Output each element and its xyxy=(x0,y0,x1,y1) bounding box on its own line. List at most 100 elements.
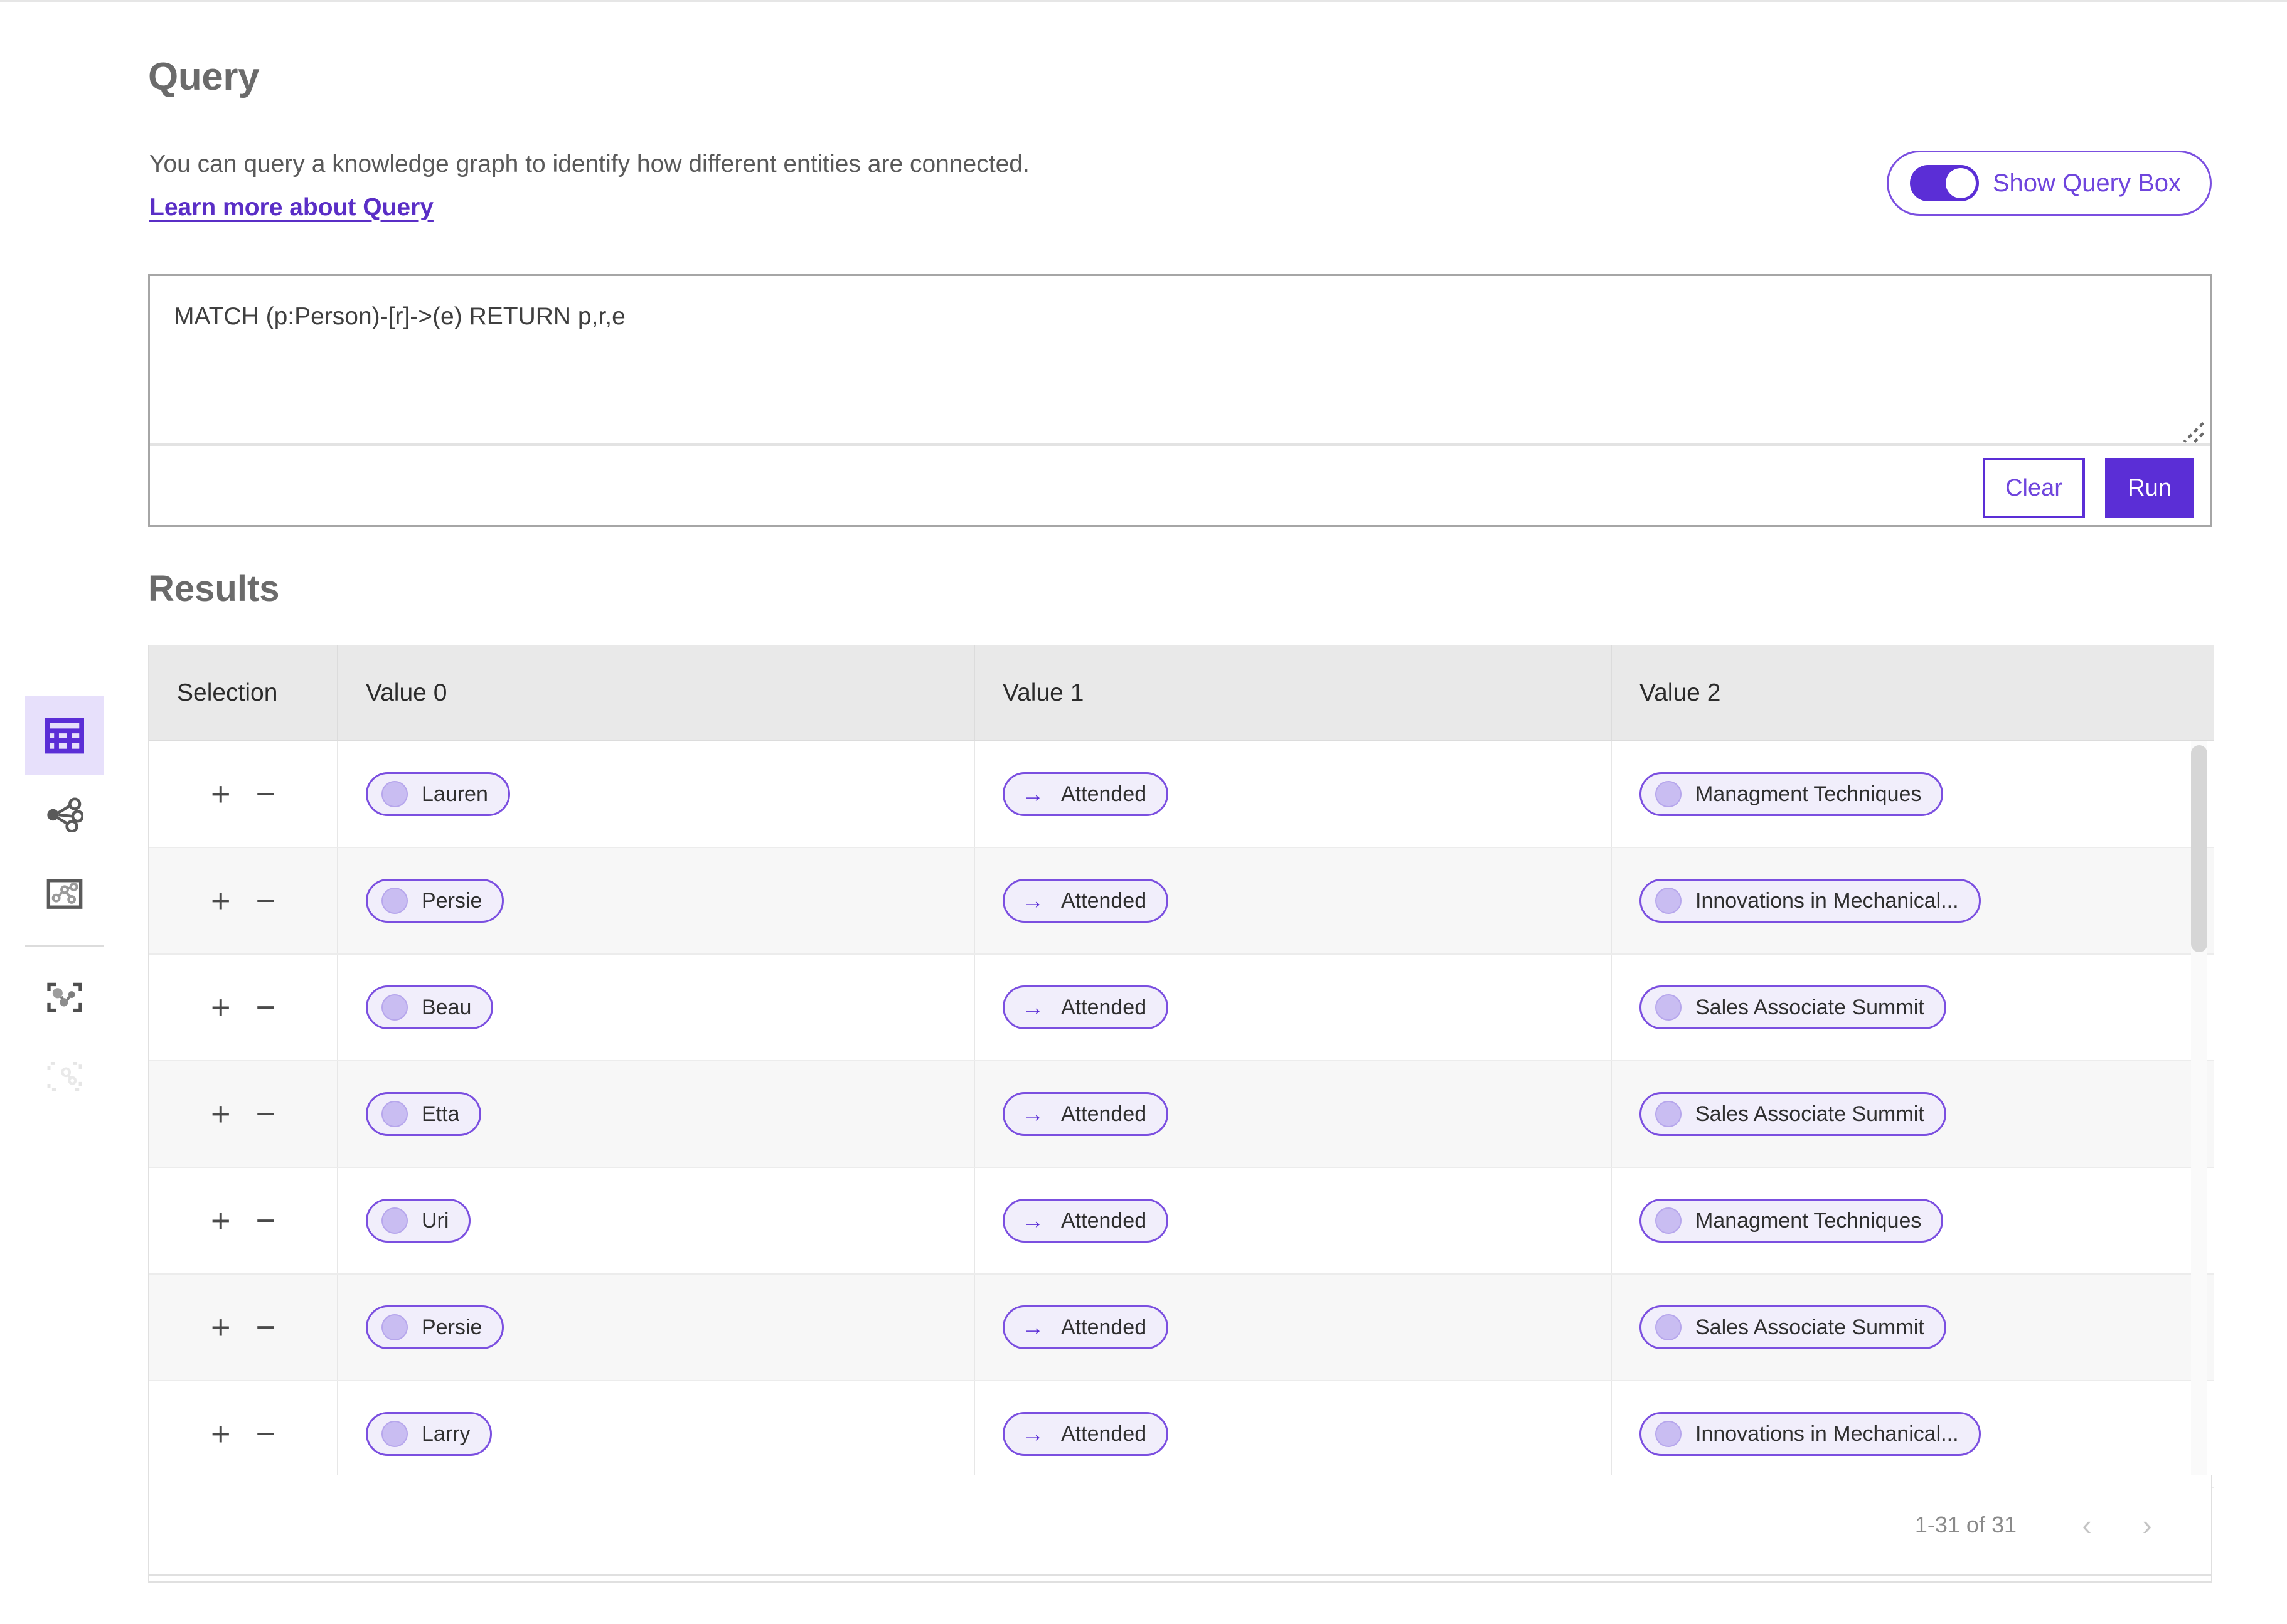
remove-selection-button[interactable]: − xyxy=(256,777,276,811)
image-graph-icon xyxy=(46,981,83,1014)
value1-cell: →Attended xyxy=(974,847,1611,954)
show-query-box-label: Show Query Box xyxy=(1993,169,2181,198)
entity-node-icon xyxy=(1655,994,1682,1021)
relationship-arrow-icon: → xyxy=(1018,1103,1047,1125)
value2-chip[interactable]: Sales Associate Summit xyxy=(1639,985,1946,1029)
value2-label: Managment Techniques xyxy=(1695,782,1921,807)
run-button[interactable]: Run xyxy=(2105,458,2194,518)
value2-chip[interactable]: Managment Techniques xyxy=(1639,772,1943,816)
toggle-switch-icon[interactable] xyxy=(1910,165,1979,201)
value2-label: Managment Techniques xyxy=(1695,1209,1921,1233)
results-table: Selection Value 0 Value 1 Value 2 +−Laur… xyxy=(149,645,2214,1488)
value0-chip[interactable]: Lauren xyxy=(366,772,510,816)
value2-chip[interactable]: Managment Techniques xyxy=(1639,1199,1943,1243)
value2-cell: Sales Associate Summit xyxy=(1611,1061,2214,1167)
scrollbar-thumb[interactable] xyxy=(2191,745,2207,952)
remove-selection-button[interactable]: − xyxy=(256,990,276,1024)
remove-selection-button[interactable]: − xyxy=(256,884,276,918)
pagination-range: 1-31 of 31 xyxy=(1915,1512,2017,1538)
value2-label: Innovations in Mechanical... xyxy=(1695,889,1959,913)
sidebar-item-dashed-graph-view[interactable] xyxy=(25,1037,104,1116)
entity-node-icon xyxy=(381,1207,408,1234)
value0-chip[interactable]: Larry xyxy=(366,1412,492,1456)
remove-selection-button[interactable]: − xyxy=(256,1097,276,1131)
value0-chip[interactable]: Uri xyxy=(366,1199,471,1243)
value1-label: Attended xyxy=(1061,1315,1146,1340)
value1-chip[interactable]: →Attended xyxy=(1003,1092,1168,1136)
results-scrollbar[interactable] xyxy=(2191,741,2207,1576)
value1-chip[interactable]: →Attended xyxy=(1003,1305,1168,1349)
value0-chip[interactable]: Persie xyxy=(366,879,504,923)
entity-node-icon xyxy=(381,1314,408,1340)
top-divider xyxy=(0,0,2287,2)
selection-cell: +− xyxy=(149,1061,338,1167)
value1-cell: →Attended xyxy=(974,1381,1611,1487)
selection-cell: +− xyxy=(149,1274,338,1381)
entity-node-icon xyxy=(381,1421,408,1447)
remove-selection-button[interactable]: − xyxy=(256,1204,276,1238)
query-page: Query You can query a knowledge graph to… xyxy=(0,0,2287,1624)
add-selection-button[interactable]: + xyxy=(211,1310,231,1344)
selection-buttons: +− xyxy=(149,1204,337,1238)
sidebar-item-table-view[interactable] xyxy=(25,696,104,775)
column-header-value0: Value 0 xyxy=(338,645,974,741)
value2-chip[interactable]: Innovations in Mechanical... xyxy=(1639,879,1981,923)
value1-chip[interactable]: →Attended xyxy=(1003,1412,1168,1456)
query-input[interactable] xyxy=(174,301,2150,433)
table-row: +− Etta →Attended Sales Associate Summit xyxy=(149,1061,2214,1167)
column-header-value2: Value 2 xyxy=(1611,645,2214,741)
sidebar-item-map-view[interactable] xyxy=(25,854,104,933)
value0-label: Uri xyxy=(422,1209,449,1233)
selection-cell: +− xyxy=(149,1381,338,1487)
value2-chip[interactable]: Sales Associate Summit xyxy=(1639,1305,1946,1349)
add-selection-button[interactable]: + xyxy=(211,777,231,811)
column-header-selection: Selection xyxy=(149,645,338,741)
query-actions: Clear Run xyxy=(1983,458,2194,518)
remove-selection-button[interactable]: − xyxy=(256,1310,276,1344)
relationship-arrow-icon: → xyxy=(1018,996,1047,1019)
value2-chip[interactable]: Sales Associate Summit xyxy=(1639,1092,1946,1136)
value0-label: Etta xyxy=(422,1102,459,1127)
table-row: +− Uri →Attended Managment Techniques xyxy=(149,1167,2214,1274)
value1-chip[interactable]: →Attended xyxy=(1003,772,1168,816)
value0-cell: Etta xyxy=(338,1061,974,1167)
add-selection-button[interactable]: + xyxy=(211,990,231,1024)
add-selection-button[interactable]: + xyxy=(211,1417,231,1451)
value1-chip[interactable]: →Attended xyxy=(1003,1199,1168,1243)
sidebar-item-graph-view[interactable] xyxy=(25,775,104,854)
add-selection-button[interactable]: + xyxy=(211,884,231,918)
entity-node-icon xyxy=(381,781,408,807)
value0-chip[interactable]: Etta xyxy=(366,1092,481,1136)
value2-cell: Sales Associate Summit xyxy=(1611,1274,2214,1381)
value0-chip[interactable]: Beau xyxy=(366,985,493,1029)
selection-cell: +− xyxy=(149,847,338,954)
remove-selection-button[interactable]: − xyxy=(256,1417,276,1451)
add-selection-button[interactable]: + xyxy=(211,1204,231,1238)
value1-chip[interactable]: →Attended xyxy=(1003,985,1168,1029)
query-box-divider xyxy=(150,443,2210,446)
selection-buttons: +− xyxy=(149,1097,337,1131)
value0-chip[interactable]: Persie xyxy=(366,1305,504,1349)
selection-buttons: +− xyxy=(149,990,337,1024)
learn-more-link[interactable]: Learn more about Query xyxy=(149,194,434,221)
relationship-arrow-icon: → xyxy=(1018,783,1047,805)
value1-chip[interactable]: →Attended xyxy=(1003,879,1168,923)
entity-node-icon xyxy=(1655,781,1682,807)
value2-chip[interactable]: Innovations in Mechanical... xyxy=(1639,1412,1981,1456)
clear-button[interactable]: Clear xyxy=(1983,458,2085,518)
value2-label: Sales Associate Summit xyxy=(1695,1315,1924,1340)
add-selection-button[interactable]: + xyxy=(211,1097,231,1131)
sidebar-item-image-graph-view[interactable] xyxy=(25,958,104,1037)
entity-node-icon xyxy=(1655,1314,1682,1340)
value0-cell: Persie xyxy=(338,847,974,954)
page-subtitle: You can query a knowledge graph to ident… xyxy=(149,149,1030,180)
resize-handle-icon[interactable] xyxy=(2179,418,2207,445)
value1-label: Attended xyxy=(1061,1422,1146,1446)
results-footer: 1-31 of 31 ‹ › xyxy=(148,1475,2212,1576)
rail-divider xyxy=(25,945,104,947)
next-page-button[interactable]: › xyxy=(2117,1495,2177,1555)
table-row: +− Larry →Attended Innovations in Mechanica… xyxy=(149,1381,2214,1487)
show-query-box-toggle[interactable]: Show Query Box xyxy=(1887,151,2212,216)
previous-page-button[interactable]: ‹ xyxy=(2057,1495,2117,1555)
dashed-graph-icon xyxy=(46,1060,83,1093)
